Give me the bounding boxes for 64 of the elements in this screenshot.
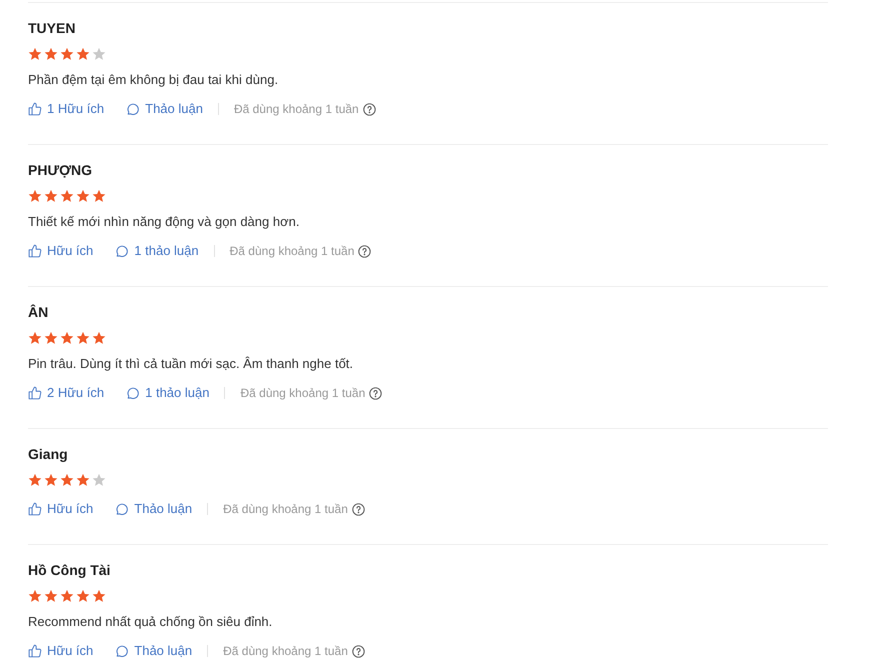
thumbs-up-icon bbox=[28, 644, 42, 658]
star-icon bbox=[44, 331, 58, 345]
star-icon bbox=[76, 47, 90, 61]
help-icon[interactable] bbox=[362, 102, 376, 116]
reviewer-name: PHƯỢNG bbox=[28, 160, 92, 180]
reviewer-name: TUYEN bbox=[28, 18, 76, 38]
star-icon bbox=[60, 47, 74, 61]
star-icon bbox=[92, 189, 106, 203]
star-icon bbox=[76, 189, 90, 203]
review-text: Pin trâu. Dùng ít thì cả tuần mới sạc. Âm thanh nghe tốt. bbox=[28, 355, 354, 374]
star-icon bbox=[76, 589, 90, 603]
review-text: Thiết kế mới nhìn năng động và gọn dàng hơn. bbox=[28, 213, 300, 232]
star-icon bbox=[28, 473, 42, 487]
discussion-button[interactable]: Thảo luận bbox=[115, 641, 192, 661]
review-text: Phần đệm tại êm không bị đau tai khi dùng. bbox=[28, 71, 278, 90]
help-icon[interactable] bbox=[352, 502, 365, 516]
discussion-button[interactable]: 1 thảo luận bbox=[126, 383, 210, 403]
star-icon bbox=[44, 473, 58, 487]
reviewer-name: Hồ Công Tài bbox=[28, 560, 110, 580]
helpful-button[interactable]: 2 Hữu ích bbox=[28, 383, 104, 403]
star-icon bbox=[28, 331, 42, 345]
reviewer-name: ÂN bbox=[28, 302, 48, 322]
star-icon bbox=[44, 189, 58, 203]
star-icon bbox=[28, 589, 42, 603]
star-icon bbox=[60, 473, 74, 487]
chat-bubble-icon bbox=[126, 102, 140, 116]
chat-bubble-icon bbox=[115, 644, 128, 658]
star-icon bbox=[28, 47, 42, 61]
discussion-button[interactable]: Thảo luận bbox=[115, 499, 192, 519]
chat-bubble-icon bbox=[115, 244, 128, 258]
star-icon bbox=[92, 589, 106, 603]
usage-duration: Đã dùng khoảng 1 tuần bbox=[223, 643, 348, 660]
chat-bubble-icon bbox=[115, 502, 128, 516]
help-icon[interactable] bbox=[369, 386, 382, 400]
star-icon bbox=[28, 189, 42, 203]
thumbs-up-icon bbox=[28, 386, 42, 400]
star-icon bbox=[44, 47, 58, 61]
thumbs-up-icon bbox=[28, 244, 42, 258]
star-icon bbox=[60, 589, 74, 603]
star-icon bbox=[44, 589, 58, 603]
thumbs-up-icon bbox=[28, 102, 42, 116]
usage-duration: Đã dùng khoảng 1 tuần bbox=[240, 385, 366, 402]
usage-duration: Đã dùng khoảng 1 tuần bbox=[223, 501, 348, 518]
star-icon bbox=[92, 47, 106, 61]
star-icon bbox=[60, 331, 74, 345]
help-icon[interactable] bbox=[358, 244, 372, 258]
helpful-button[interactable]: Hữu ích bbox=[28, 641, 94, 661]
usage-duration: Đã dùng khoảng 1 tuần bbox=[234, 101, 359, 118]
review-text: Recommend nhất quả chống ồn siêu đỉnh. bbox=[28, 613, 272, 632]
star-icon bbox=[76, 331, 90, 345]
chat-bubble-icon bbox=[126, 386, 140, 400]
usage-duration: Đã dùng khoảng 1 tuần bbox=[230, 243, 354, 260]
star-icon bbox=[92, 331, 106, 345]
helpful-button[interactable]: 1 Hữu ích bbox=[28, 99, 104, 119]
help-icon[interactable] bbox=[352, 644, 365, 658]
star-icon bbox=[60, 189, 74, 203]
discussion-button[interactable]: Thảo luận bbox=[126, 99, 203, 119]
thumbs-up-icon bbox=[28, 502, 42, 516]
star-icon bbox=[76, 473, 90, 487]
star-icon bbox=[92, 473, 106, 487]
helpful-button[interactable]: Hữu ích bbox=[28, 499, 94, 519]
discussion-button[interactable]: 1 thảo luận bbox=[115, 241, 199, 261]
helpful-button[interactable]: Hữu ích bbox=[28, 241, 94, 261]
reviewer-name: Giang bbox=[28, 444, 68, 464]
